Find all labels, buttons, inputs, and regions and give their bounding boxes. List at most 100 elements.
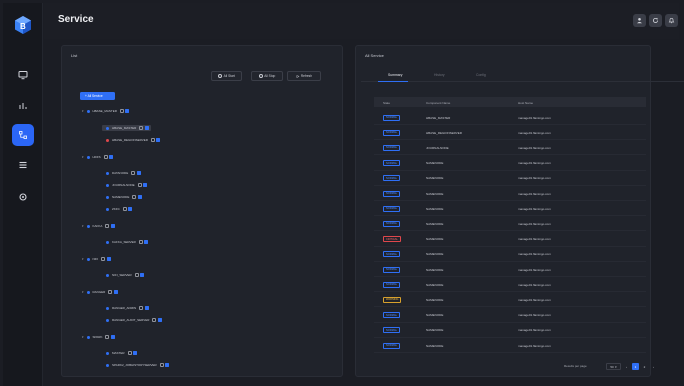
tab-summary[interactable]: Summary bbox=[388, 73, 403, 77]
tree-item[interactable]: RANGER_ADMIN bbox=[106, 305, 149, 311]
checkbox-icon[interactable] bbox=[140, 273, 145, 277]
page-2-button[interactable]: 2 bbox=[641, 363, 648, 370]
tree-group[interactable]: ▾ SPARK bbox=[82, 334, 115, 340]
table-row[interactable]: NORMAL NAMENODE manage01.flamingo.com bbox=[374, 156, 646, 171]
checkbox-icon[interactable] bbox=[157, 318, 162, 322]
checkbox-icon[interactable] bbox=[156, 138, 161, 142]
page-1-button[interactable]: 1 bbox=[632, 363, 639, 370]
tree-item[interactable]: MASTER bbox=[106, 350, 138, 356]
tree-item[interactable]: ZKFC bbox=[106, 206, 133, 212]
all-start-button[interactable]: All Start bbox=[211, 71, 242, 81]
action-icon[interactable] bbox=[105, 224, 110, 228]
action-icon[interactable] bbox=[137, 183, 142, 187]
tree-item[interactable]: RANGER_AUDIT_SERVER bbox=[106, 317, 162, 323]
action-icon[interactable] bbox=[101, 257, 106, 261]
action-icon[interactable] bbox=[127, 351, 132, 355]
table-row[interactable]: WARNING NAMENODE manage01.flamingo.com bbox=[374, 292, 646, 308]
table-row[interactable]: NORMAL HBASE_REGIONSERVER manage01.flaming… bbox=[374, 125, 646, 141]
chart-icon[interactable] bbox=[14, 97, 32, 115]
checkbox-icon[interactable] bbox=[125, 109, 130, 113]
action-icon[interactable] bbox=[103, 155, 108, 159]
table-row[interactable]: NORMAL NAMENODE manage01.flamingo.com bbox=[374, 323, 646, 338]
checkbox-icon[interactable] bbox=[144, 126, 149, 130]
action-icon[interactable] bbox=[152, 318, 157, 322]
action-icon[interactable] bbox=[150, 138, 155, 142]
table-row[interactable]: NORMAL HBASE_MASTER manage01.flamingo.com bbox=[374, 110, 646, 125]
user-button[interactable] bbox=[633, 14, 646, 27]
table-row[interactable]: NORMAL NAMENODE manage01.flamingo.com bbox=[374, 338, 646, 353]
action-icon[interactable] bbox=[138, 240, 143, 244]
next-page-icon[interactable]: › bbox=[650, 363, 657, 370]
table-row[interactable]: NORMAL NAMENODE manage01.flamingo.com bbox=[374, 186, 646, 201]
table-row[interactable]: NORMAL NAMENODE manage01.flamingo.com bbox=[374, 247, 646, 262]
list-icon[interactable] bbox=[14, 156, 32, 174]
refresh-button[interactable]: ⟳ Refresh bbox=[287, 71, 321, 81]
table-row[interactable]: NORMAL NAMENODE manage01.flamingo.com bbox=[374, 216, 646, 232]
tree-group[interactable]: ▾ KAFKA bbox=[82, 223, 115, 229]
tree-item[interactable]: HBASE_MASTER bbox=[102, 125, 151, 131]
tree-group[interactable]: ▾ RANGER bbox=[82, 289, 118, 295]
tab-config[interactable]: Config bbox=[476, 73, 486, 77]
expand-caret-icon[interactable]: ▾ bbox=[82, 155, 84, 159]
checkbox-icon[interactable] bbox=[165, 363, 170, 367]
action-icon[interactable] bbox=[134, 273, 139, 277]
per-page-select[interactable]: 50 ▾ bbox=[606, 363, 621, 370]
refresh-top-button[interactable] bbox=[649, 14, 662, 27]
action-icon[interactable] bbox=[159, 363, 164, 367]
tree-group[interactable]: ▾ HBASE_MASTER bbox=[82, 108, 130, 114]
tree-item[interactable]: NIFI_SERVER bbox=[106, 272, 145, 278]
tree-item[interactable]: NAMENODE bbox=[106, 194, 142, 200]
tree-item[interactable]: JOURNALNODE bbox=[106, 182, 148, 188]
expand-caret-icon[interactable]: ▾ bbox=[82, 335, 84, 339]
tree-group[interactable]: ▾ HDFS bbox=[82, 154, 114, 160]
tree-item[interactable]: KAFKA_SERVER bbox=[106, 239, 149, 245]
checkbox-icon[interactable] bbox=[128, 207, 133, 211]
action-icon[interactable] bbox=[139, 306, 144, 310]
checkbox-icon[interactable] bbox=[143, 183, 148, 187]
column-header-state[interactable]: State bbox=[383, 101, 390, 105]
table-row[interactable]: NORMAL NAMENODE manage01.flamingo.com bbox=[374, 277, 646, 293]
table-row[interactable]: NORMAL NAMENODE manage01.flamingo.com bbox=[374, 262, 646, 277]
expand-caret-icon[interactable]: ▾ bbox=[82, 224, 84, 228]
expand-caret-icon[interactable]: ▾ bbox=[82, 109, 84, 113]
action-icon[interactable] bbox=[122, 207, 127, 211]
checkbox-icon[interactable] bbox=[144, 306, 149, 310]
table-row[interactable]: NORMAL NAMENODE manage01.flamingo.com bbox=[374, 308, 646, 323]
checkbox-icon[interactable] bbox=[109, 155, 114, 159]
monitor-icon[interactable] bbox=[14, 66, 32, 84]
table-row[interactable]: CRITICAL NAMENODE manage01.flamingo.com bbox=[374, 232, 646, 247]
table-row[interactable]: NORMAL JOURNALNODE manage01.flamingo.com bbox=[374, 140, 646, 156]
all-service-button[interactable]: + All Service bbox=[80, 92, 115, 100]
tree-item[interactable]: SPARK2_JOBHISTORYSERVER bbox=[106, 362, 170, 368]
action-icon[interactable] bbox=[105, 335, 110, 339]
checkbox-icon[interactable] bbox=[113, 290, 118, 294]
expand-caret-icon[interactable]: ▾ bbox=[82, 257, 84, 261]
tree-group[interactable]: ▾ NIFI bbox=[82, 256, 111, 262]
settings-icon[interactable] bbox=[14, 188, 32, 206]
action-icon[interactable] bbox=[108, 290, 113, 294]
table-row[interactable]: NORMAL NAMENODE manage01.flamingo.com bbox=[374, 201, 646, 217]
column-header-host[interactable]: Host Name bbox=[518, 101, 533, 105]
all-stop-button[interactable]: All Stop bbox=[251, 71, 283, 81]
tree-item[interactable]: HBASE_REGIONSERVER bbox=[106, 137, 161, 143]
action-icon[interactable] bbox=[131, 171, 136, 175]
action-icon[interactable] bbox=[132, 195, 137, 199]
service-icon[interactable] bbox=[12, 124, 34, 146]
table-row[interactable]: NORMAL NAMENODE manage01.flamingo.com bbox=[374, 171, 646, 186]
expand-caret-icon[interactable]: ▾ bbox=[82, 290, 84, 294]
tree-item[interactable]: DATANODE bbox=[106, 170, 141, 176]
checkbox-icon[interactable] bbox=[133, 351, 138, 355]
checkbox-icon[interactable] bbox=[144, 240, 149, 244]
prev-page-icon[interactable]: ‹ bbox=[623, 363, 630, 370]
logo-icon[interactable]: B bbox=[12, 14, 34, 36]
checkbox-icon[interactable] bbox=[110, 224, 115, 228]
checkbox-icon[interactable] bbox=[106, 257, 111, 261]
action-icon[interactable] bbox=[119, 109, 124, 113]
tab-history[interactable]: History bbox=[434, 73, 445, 77]
column-header-component[interactable]: Component Name bbox=[426, 101, 450, 105]
checkbox-icon[interactable] bbox=[136, 171, 141, 175]
notification-button[interactable] bbox=[665, 14, 678, 27]
checkbox-icon[interactable] bbox=[137, 195, 142, 199]
checkbox-icon[interactable] bbox=[110, 335, 115, 339]
action-icon[interactable] bbox=[139, 126, 144, 130]
